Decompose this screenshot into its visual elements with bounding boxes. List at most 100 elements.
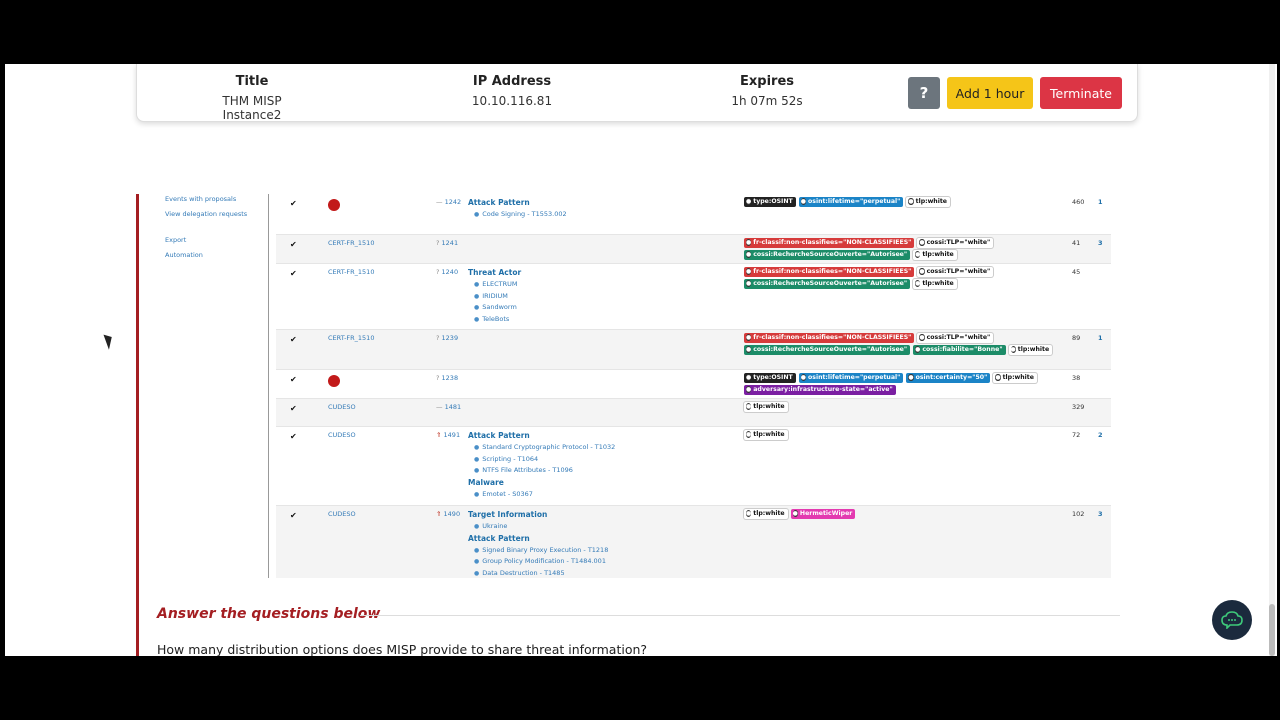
event-row[interactable]: ✔ CUDESO ⇑ 1491 Attack PatternStandard Cryp… [276, 427, 1111, 506]
help-button[interactable]: ? [908, 77, 940, 109]
galaxy-cluster-link[interactable]: ELECTRUM [468, 280, 521, 292]
event-tag[interactable]: fr-classif:non-classifiees="NON-CLASSIFI… [744, 238, 915, 248]
event-tag[interactable]: fr-classif:non-classifiees="NON-CLASSIFI… [744, 267, 915, 277]
correlation-count[interactable]: 2 [1098, 431, 1103, 439]
event-id[interactable]: 1490 [444, 510, 461, 518]
event-tag[interactable]: tlp:white [906, 197, 950, 207]
event-org-link[interactable]: CERT-FR_1510 [328, 268, 374, 276]
event-tag[interactable]: osint:lifetime="perpetual" [798, 197, 904, 207]
event-row[interactable]: ✔CERT-FR_1510? 1239fr-classif:non-classi… [276, 330, 1111, 370]
terminate-button[interactable]: Terminate [1040, 77, 1122, 109]
galaxy-cluster-link[interactable]: Emotet - S0367 [468, 490, 615, 502]
tag-line: cossi:RechercheSourceOuverte="Autorisee"… [744, 250, 1044, 262]
event-row[interactable]: ✔CERT-FR_1510? 1241fr-classif:non-classi… [276, 235, 1111, 264]
event-tag[interactable]: cossi:RechercheSourceOuverte="Autorisee" [744, 250, 911, 260]
galaxy-cluster-link[interactable]: TeleBots [468, 315, 521, 327]
threat-level-icon: ⇑ [436, 510, 442, 518]
expires-value: 1h 07m 52s [731, 94, 803, 108]
sidebar-item-export[interactable]: Export [165, 236, 186, 244]
event-tag[interactable]: cossi:fiabilite="Bonne" [913, 345, 1006, 355]
galaxy-name[interactable]: Attack Pattern [468, 431, 615, 443]
published-check-icon: ✔ [290, 335, 297, 344]
event-threat-level-id[interactable]: — 1481 [436, 403, 461, 411]
event-threat-level-id[interactable]: ⇑ 1491 [436, 431, 460, 439]
galaxy-name[interactable]: Malware [468, 478, 615, 490]
add-hour-button[interactable]: Add 1 hour [947, 77, 1033, 109]
correlation-count[interactable]: 3 [1098, 239, 1103, 247]
chat-button[interactable] [1212, 600, 1252, 640]
event-tag[interactable]: tlp:white [913, 250, 957, 260]
correlation-count[interactable]: 1 [1098, 334, 1103, 342]
event-id[interactable]: 1491 [444, 431, 461, 439]
event-tag[interactable]: tlp:white [1008, 345, 1053, 355]
sidebar-item-events-with-proposals[interactable]: Events with proposals [165, 195, 236, 203]
sidebar-item-automation[interactable]: Automation [165, 251, 203, 259]
galaxy-name[interactable]: Threat Actor [468, 268, 521, 280]
event-tag[interactable]: cossi:TLP="white" [917, 333, 994, 343]
event-tag[interactable]: cossi:TLP="white" [917, 238, 994, 248]
event-row[interactable]: ✔ CUDESO ⇑ 1490 Target InformationUkraineAt… [276, 506, 1111, 578]
event-row[interactable]: ✔CERT-FR_1510? 1240Threat ActorELECTRUMI… [276, 264, 1111, 330]
galaxy-cluster-link[interactable]: Group Policy Modification - T1484.001 [468, 557, 608, 569]
event-tag[interactable]: tlp:white [744, 402, 788, 412]
galaxy-cluster-link[interactable]: Signed Binary Proxy Execution - T1218 [468, 546, 608, 558]
event-org-link[interactable]: CERT-FR_1510 [328, 334, 374, 342]
galaxy-cluster-link[interactable]: IRIDIUM [468, 292, 521, 304]
galaxy-name[interactable]: Attack Pattern [468, 534, 608, 546]
correlation-count[interactable]: 3 [1098, 510, 1103, 518]
event-tag[interactable]: osint:lifetime="perpetual" [798, 373, 904, 383]
event-tag[interactable]: adversary:infrastructure-state="active" [744, 385, 896, 395]
scrollbar[interactable] [1269, 64, 1275, 656]
event-org-link[interactable]: CUDESO [328, 431, 356, 439]
sidebar-item-view-delegation-requests[interactable]: View delegation requests [165, 210, 247, 218]
event-tag[interactable]: cossi:TLP="white" [917, 267, 994, 277]
correlation-count[interactable]: 1 [1098, 198, 1103, 206]
event-tag[interactable]: cossi:RechercheSourceOuverte="Autorisee" [744, 345, 911, 355]
threat-level-icon: ? [436, 268, 440, 276]
event-id[interactable]: 1481 [445, 403, 462, 411]
event-org-link[interactable]: CUDESO [328, 403, 356, 411]
event-threat-level-id[interactable]: ? 1240 [436, 268, 458, 276]
event-id[interactable]: 1242 [445, 198, 462, 206]
event-id[interactable]: 1238 [442, 374, 459, 382]
event-tag[interactable]: tlp:white [913, 279, 957, 289]
event-tag[interactable]: cossi:RechercheSourceOuverte="Autorisee" [744, 279, 911, 289]
event-tag[interactable]: osint:certainty="50" [906, 373, 991, 383]
galaxy-cluster-link[interactable]: Code Signing - T1553.002 [468, 210, 566, 222]
galaxy-cluster-link[interactable]: Data Destruction - T1485 [468, 569, 608, 579]
event-threat-level-id[interactable]: — 1242 [436, 198, 461, 206]
event-tag[interactable]: type:OSINT [744, 373, 796, 383]
threat-level-icon: ? [436, 334, 440, 342]
galaxy-name[interactable]: Attack Pattern [468, 198, 567, 210]
galaxy-name[interactable]: Target Information [468, 510, 608, 522]
expires-column: Expires 1h 07m 52s [707, 74, 827, 108]
event-org-link[interactable]: CUDESO [328, 510, 356, 518]
tag-line: adversary:infrastructure-state="active" [744, 385, 1044, 397]
ip-column: IP Address 10.10.116.81 [452, 74, 572, 108]
event-tag[interactable]: tlp:white [744, 430, 788, 440]
event-id[interactable]: 1240 [442, 268, 459, 276]
event-id[interactable]: 1239 [442, 334, 459, 342]
event-tag[interactable]: fr-classif:non-classifiees="NON-CLASSIFI… [744, 333, 915, 343]
event-threat-level-id[interactable]: ? 1241 [436, 239, 458, 247]
event-threat-level-id[interactable]: ⇑ 1490 [436, 510, 460, 518]
galaxy-cluster-link[interactable]: Scripting - T1064 [468, 455, 615, 467]
event-id[interactable]: 1241 [442, 239, 459, 247]
event-tag[interactable]: tlp:white [993, 373, 1037, 383]
event-tag[interactable]: HermeticWiper [790, 509, 856, 519]
galaxy-cluster-link[interactable]: Ukraine [468, 522, 608, 534]
event-row[interactable]: ✔? 1238type:OSINTosint:lifetime="perpetu… [276, 370, 1111, 399]
galaxy-cluster-link[interactable]: NTFS File Attributes - T1096 [468, 466, 615, 478]
galaxy-cluster-link[interactable]: Standard Cryptographic Protocol - T1032 [468, 443, 615, 455]
sidebar-divider [268, 194, 269, 578]
event-row[interactable]: ✔ — 1242 Attack PatternCode Signing - T155… [276, 194, 1111, 235]
event-org-link[interactable]: CERT-FR_1510 [328, 239, 374, 247]
tag-line: tlp:whiteHermeticWiper [744, 509, 1044, 521]
scrollbar-thumb[interactable] [1269, 604, 1275, 656]
event-tag[interactable]: tlp:white [744, 509, 788, 519]
event-threat-level-id[interactable]: ? 1239 [436, 334, 458, 342]
galaxy-cluster-link[interactable]: Sandworm [468, 303, 521, 315]
event-threat-level-id[interactable]: ? 1238 [436, 374, 458, 382]
event-tag[interactable]: type:OSINT [744, 197, 796, 207]
event-row[interactable]: ✔ CUDESO — 1481 tlp:white 329 [276, 399, 1111, 427]
